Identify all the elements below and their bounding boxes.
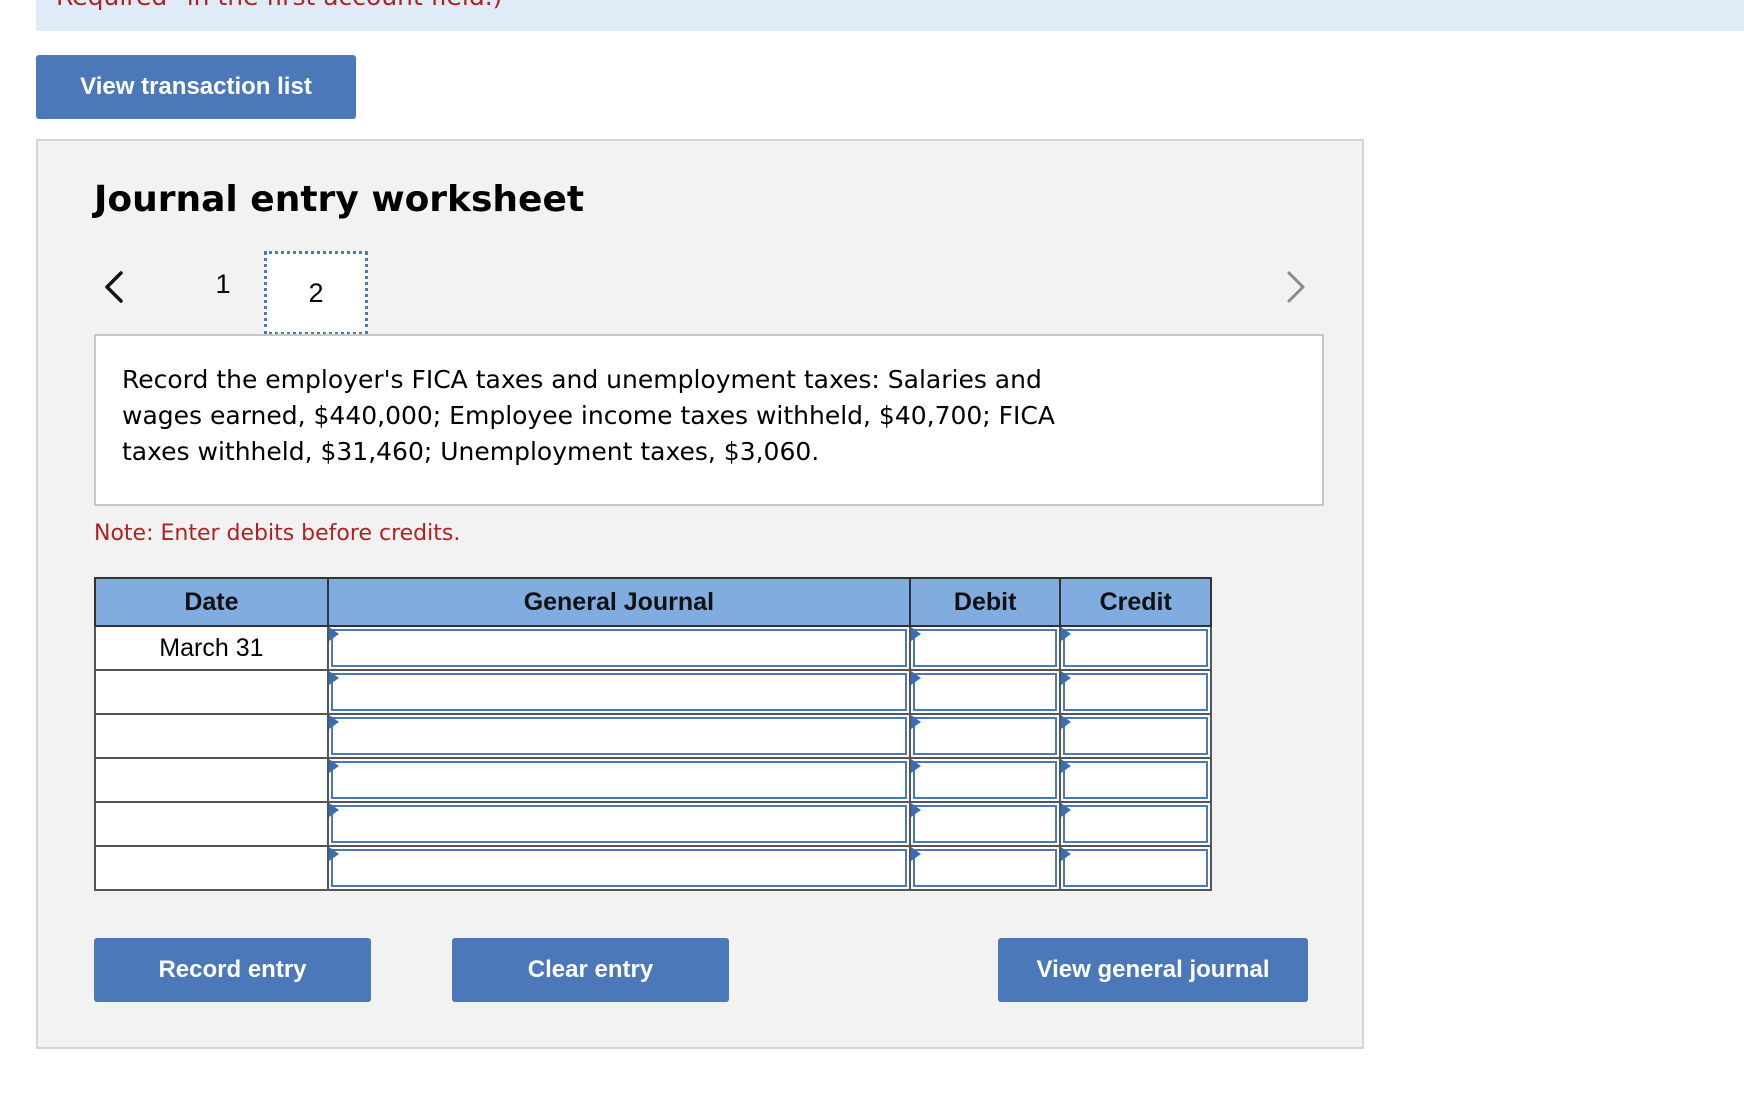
account-cell[interactable] (326, 669, 911, 715)
triangle-marker-icon (910, 803, 921, 817)
triangle-marker-icon (1061, 847, 1072, 861)
table-row (94, 713, 1212, 759)
chevron-left-icon (105, 271, 123, 303)
credit-input[interactable] (1063, 805, 1208, 843)
next-page-button[interactable] (1278, 265, 1314, 309)
debit-cell[interactable] (908, 713, 1062, 759)
debits-before-credits-note: Note: Enter debits before credits. (94, 521, 461, 546)
chevron-right-icon (1287, 271, 1305, 303)
credit-input[interactable] (1063, 717, 1208, 755)
triangle-marker-icon (328, 715, 339, 729)
debit-input[interactable] (912, 717, 1058, 755)
date-cell (94, 801, 329, 847)
debit-input[interactable] (912, 805, 1058, 843)
date-cell (94, 845, 329, 891)
record-entry-button[interactable]: Record entry (94, 938, 371, 1002)
account-input[interactable] (330, 629, 907, 667)
debit-cell[interactable] (908, 757, 1062, 803)
triangle-marker-icon (1061, 803, 1072, 817)
triangle-marker-icon (328, 803, 339, 817)
debit-cell[interactable] (908, 845, 1062, 891)
account-cell[interactable] (326, 713, 911, 759)
date-column-header: Date (94, 577, 329, 627)
triangle-marker-icon (910, 627, 921, 641)
table-row (94, 801, 1212, 847)
triangle-marker-icon (910, 715, 921, 729)
triangle-marker-icon (910, 671, 921, 685)
debit-input[interactable] (912, 673, 1058, 711)
transaction-prompt-box: Record the employer's FICA taxes and une… (94, 334, 1324, 506)
debit-input[interactable] (912, 761, 1058, 799)
credit-cell[interactable] (1059, 669, 1212, 715)
view-transaction-list-button[interactable]: View transaction list (36, 55, 356, 119)
general-journal-column-header: General Journal (326, 577, 911, 627)
triangle-marker-icon (328, 671, 339, 685)
date-cell (94, 669, 329, 715)
view-general-journal-button[interactable]: View general journal (998, 938, 1308, 1002)
table-header-row: Date General Journal Debit Credit (94, 577, 1212, 627)
triangle-marker-icon (1061, 715, 1072, 729)
debit-input[interactable] (912, 849, 1058, 887)
debit-column-header: Debit (908, 577, 1062, 627)
triangle-marker-icon (910, 759, 921, 773)
triangle-marker-icon (328, 627, 339, 641)
credit-input[interactable] (1063, 761, 1208, 799)
account-input[interactable] (330, 717, 907, 755)
table-row (94, 845, 1212, 891)
credit-cell[interactable] (1059, 845, 1212, 891)
table-row (94, 669, 1212, 715)
account-cell[interactable] (326, 845, 911, 891)
credit-column-header: Credit (1059, 577, 1212, 627)
date-cell (94, 713, 329, 759)
worksheet-title: Journal entry worksheet (94, 179, 585, 220)
date-cell (94, 757, 329, 803)
credit-input[interactable] (1063, 629, 1208, 667)
credit-cell[interactable] (1059, 625, 1212, 671)
journal-entry-worksheet: Journal entry worksheet 1 2 Record the e… (36, 139, 1364, 1049)
credit-cell[interactable] (1059, 801, 1212, 847)
journal-entry-table: Date General Journal Debit Credit March … (94, 577, 1212, 891)
page: Required" in the first account field.) V… (0, 0, 1744, 1096)
credit-input[interactable] (1063, 849, 1208, 887)
prev-page-button[interactable] (96, 265, 132, 309)
page-tab-1[interactable]: 1 (198, 249, 248, 319)
transaction-prompt-text: Record the employer's FICA taxes and une… (122, 365, 1055, 466)
table-row: March 31 (94, 625, 1212, 671)
credit-input[interactable] (1063, 673, 1208, 711)
account-cell[interactable] (326, 757, 911, 803)
debit-cell[interactable] (908, 625, 1062, 671)
triangle-marker-icon (328, 847, 339, 861)
triangle-marker-icon (910, 847, 921, 861)
triangle-marker-icon (1061, 627, 1072, 641)
clear-entry-button[interactable]: Clear entry (452, 938, 729, 1002)
debit-cell[interactable] (908, 801, 1062, 847)
credit-cell[interactable] (1059, 757, 1212, 803)
instruction-banner: Required" in the first account field.) (36, 0, 1744, 31)
debit-cell[interactable] (908, 669, 1062, 715)
instruction-banner-text: Required" in the first account field.) (56, 0, 502, 11)
triangle-marker-icon (328, 759, 339, 773)
page-tab-2-active[interactable]: 2 (264, 251, 368, 335)
credit-cell[interactable] (1059, 713, 1212, 759)
triangle-marker-icon (1061, 671, 1072, 685)
account-input[interactable] (330, 761, 907, 799)
account-input[interactable] (330, 673, 907, 711)
triangle-marker-icon (1061, 759, 1072, 773)
account-cell[interactable] (326, 801, 911, 847)
debit-input[interactable] (912, 629, 1058, 667)
account-input[interactable] (330, 849, 907, 887)
table-row (94, 757, 1212, 803)
account-input[interactable] (330, 805, 907, 843)
date-cell: March 31 (94, 625, 329, 671)
account-cell[interactable] (326, 625, 911, 671)
